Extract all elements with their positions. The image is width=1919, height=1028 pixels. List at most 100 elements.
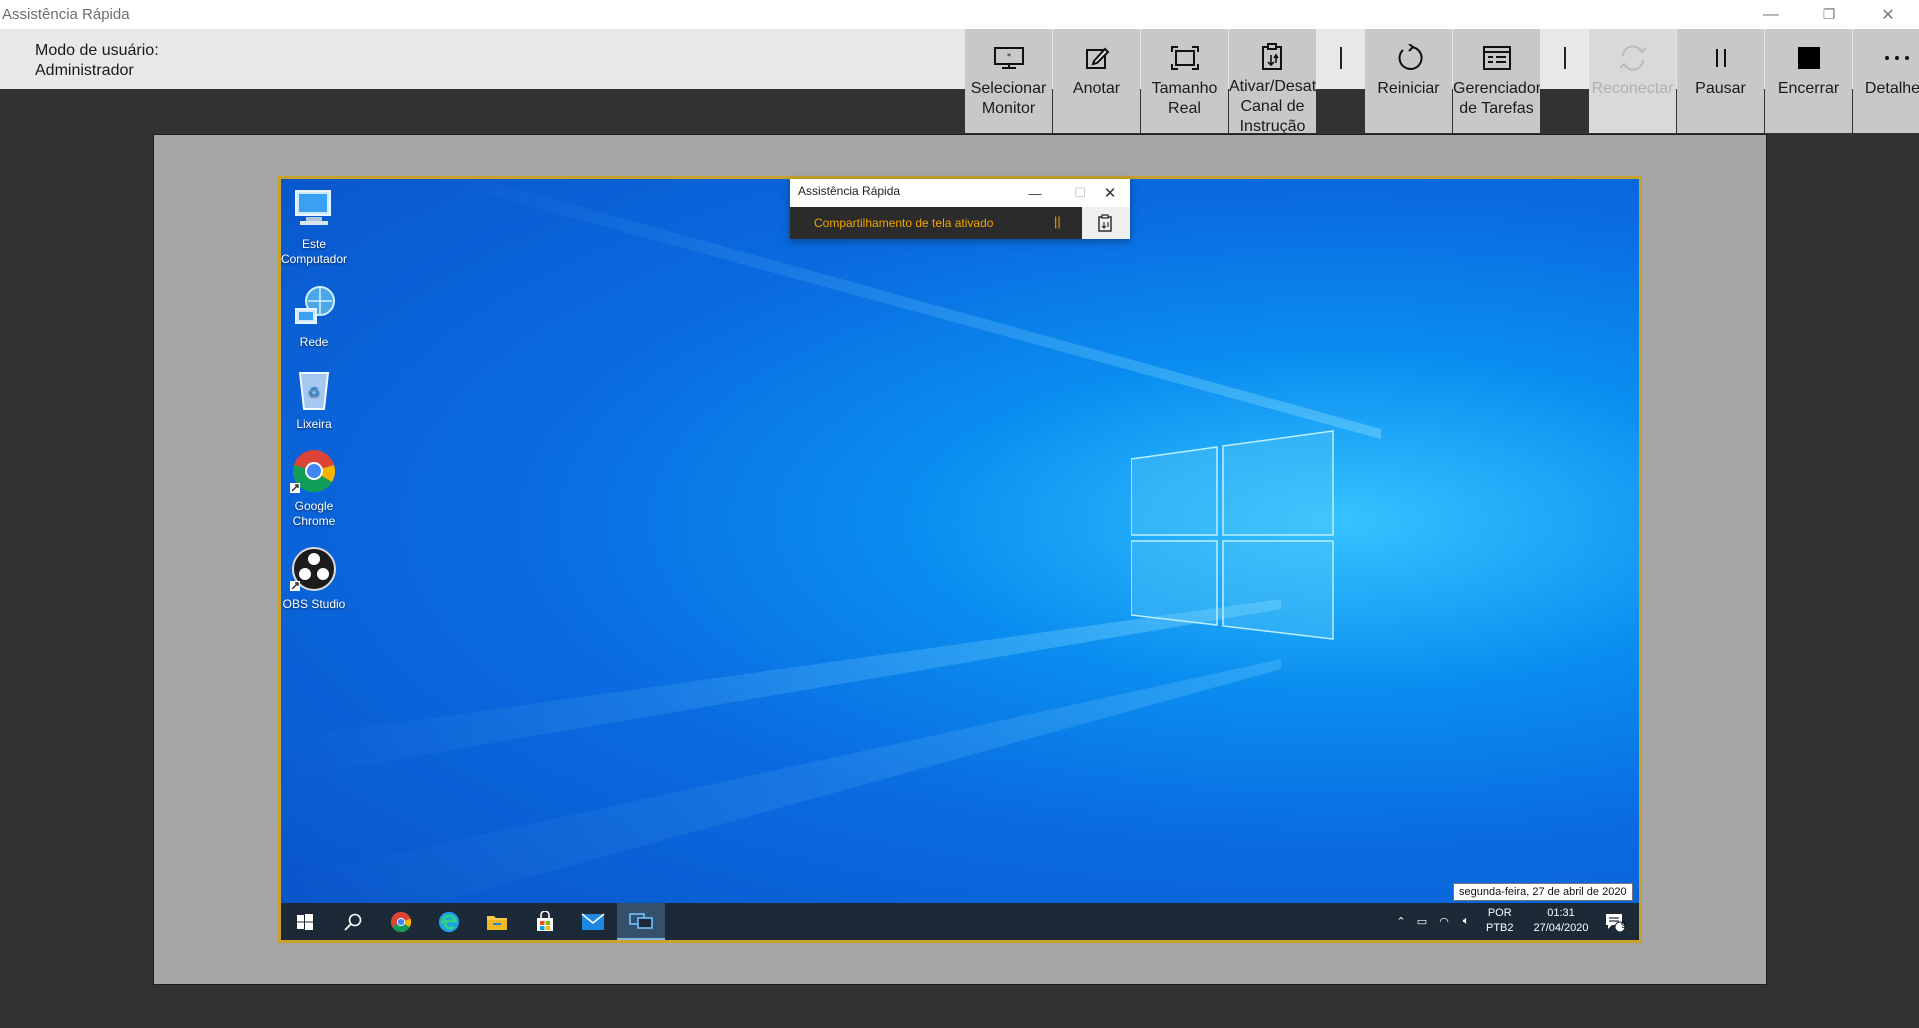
system-tray: ⌃ ▭ ◠ 🔈︎ bbox=[1391, 903, 1477, 940]
details-button[interactable]: Detalhes bbox=[1853, 29, 1919, 133]
reconnect-icon bbox=[1618, 43, 1648, 73]
obs-label: OBS Studio bbox=[282, 597, 346, 611]
select-monitor-label: Selecionar Monitor bbox=[970, 80, 1047, 117]
mini-minimize-button[interactable]: — bbox=[1015, 179, 1055, 207]
network-label: Rede bbox=[299, 335, 329, 349]
action-center-button[interactable]: 9 bbox=[1591, 903, 1639, 940]
taskbar-file-explorer[interactable] bbox=[473, 903, 521, 940]
clipboard-icon bbox=[1098, 214, 1112, 232]
stop-icon bbox=[1797, 43, 1821, 73]
task-manager-icon bbox=[1482, 43, 1511, 73]
taskbar-mail[interactable] bbox=[569, 903, 617, 940]
recycle-bin-label: Lixeira bbox=[296, 417, 332, 431]
chrome-label: Google Chrome bbox=[292, 499, 336, 528]
desktop-icon-this-pc[interactable]: Este Computador bbox=[280, 185, 349, 267]
details-label: Detalhes bbox=[1864, 80, 1919, 97]
annotate-button[interactable]: Anotar bbox=[1053, 29, 1140, 133]
language-code: POR bbox=[1487, 907, 1512, 919]
windows-start-icon bbox=[297, 913, 313, 930]
reconnect-button[interactable]: Reconectar bbox=[1589, 29, 1676, 133]
select-monitor-button[interactable]: * Selecionar Monitor bbox=[965, 29, 1052, 133]
restart-button[interactable]: Reiniciar bbox=[1365, 29, 1452, 133]
mini-close-button[interactable]: ✕ bbox=[1090, 179, 1130, 207]
pause-icon bbox=[1713, 43, 1729, 73]
store-icon bbox=[537, 910, 553, 931]
edge-icon bbox=[438, 911, 460, 932]
wifi-icon[interactable]: ◠ bbox=[1433, 915, 1455, 928]
this-pc-label: Este Computador bbox=[280, 237, 348, 266]
keyboard-layout: PTB2 bbox=[1486, 922, 1514, 934]
pen-icon bbox=[1084, 43, 1110, 73]
sharing-status-text: Compartilhamento de tela ativado bbox=[814, 216, 994, 230]
reconnect-label: Reconectar bbox=[1591, 80, 1674, 97]
input-language[interactable]: POR PTB2 bbox=[1486, 906, 1514, 936]
user-mode-label: Modo de usuário: bbox=[35, 42, 159, 59]
task-manager-label: Gerenciador de Tarefas bbox=[1453, 80, 1540, 117]
toolbar-separator bbox=[1541, 29, 1589, 89]
taskbar-chrome[interactable] bbox=[377, 903, 425, 940]
start-button[interactable] bbox=[281, 903, 329, 940]
clipboard-icon bbox=[1261, 43, 1285, 71]
end-session-button[interactable]: Encerrar bbox=[1765, 29, 1852, 133]
task-manager-button[interactable]: Gerenciador de Tarefas bbox=[1453, 29, 1540, 133]
desktop-icon-obs[interactable]: OBS Studio bbox=[281, 545, 349, 612]
remote-desktop[interactable]: Este Computador Rede ♻ Lixeira Google Ch… bbox=[278, 176, 1642, 943]
computer-icon bbox=[290, 185, 338, 233]
taskbar-store[interactable] bbox=[521, 903, 569, 940]
recycle-bin-icon: ♻ bbox=[290, 365, 338, 413]
user-mode-value: Administrador bbox=[35, 62, 134, 79]
taskbar-search-button[interactable] bbox=[329, 903, 377, 940]
chrome-icon bbox=[390, 911, 412, 932]
restart-label: Reiniciar bbox=[1377, 80, 1440, 97]
windows-wallpaper-logo bbox=[1131, 430, 1334, 640]
window-title: Assistência Rápida bbox=[2, 6, 130, 23]
battery-icon[interactable]: ▭ bbox=[1411, 915, 1433, 928]
network-icon bbox=[290, 283, 338, 331]
file-explorer-icon bbox=[487, 915, 507, 930]
sharing-status-bar: Compartilhamento de tela ativado || bbox=[790, 207, 1082, 239]
desktop-icon-chrome[interactable]: Google Chrome bbox=[281, 447, 349, 529]
chrome-icon bbox=[290, 447, 338, 495]
clock-date: 27/04/2020 bbox=[1533, 922, 1589, 934]
restart-icon bbox=[1395, 43, 1423, 73]
user-mode: Modo de usuário: Administrador bbox=[35, 41, 159, 81]
taskbar-quick-assist[interactable] bbox=[617, 903, 665, 940]
notification-count: 9 bbox=[1621, 920, 1627, 930]
monitor-icon: * bbox=[993, 43, 1025, 73]
search-icon bbox=[344, 913, 362, 931]
instruction-channel-button[interactable]: Ativar/Desat Canal de Instrução bbox=[1229, 29, 1316, 133]
actual-size-icon bbox=[1170, 43, 1199, 73]
quick-assist-mini-title: Assistência Rápida bbox=[798, 184, 901, 198]
pause-label: Pausar bbox=[1695, 80, 1746, 97]
toolbar-separator bbox=[1317, 29, 1365, 89]
desktop-icon-network[interactable]: Rede bbox=[281, 283, 349, 350]
chevron-up-icon[interactable]: ⌃ bbox=[1391, 915, 1411, 928]
remote-taskbar: ⌃ ▭ ◠ 🔈︎ POR PTB2 01:31 27/04/2020 9 bbox=[281, 903, 1639, 940]
wallpaper-beams bbox=[281, 179, 1381, 940]
quick-assist-mini-window: Assistência Rápida — ☐ ✕ Compartilhament… bbox=[790, 179, 1130, 239]
end-session-label: Encerrar bbox=[1777, 80, 1840, 97]
mini-pause-button[interactable]: || bbox=[1054, 214, 1061, 229]
clock-time: 01:31 bbox=[1547, 907, 1575, 919]
mini-clipboard-button[interactable] bbox=[1082, 207, 1130, 239]
quick-assist-icon bbox=[629, 912, 653, 929]
svg-text:*: * bbox=[1007, 52, 1011, 61]
close-button[interactable]: ✕ bbox=[1859, 0, 1917, 29]
svg-text:♻: ♻ bbox=[308, 385, 321, 401]
obs-icon bbox=[290, 545, 338, 593]
actual-size-button[interactable]: Tamanho Real bbox=[1141, 29, 1228, 133]
restore-button[interactable]: ❐ bbox=[1800, 0, 1858, 29]
pause-button[interactable]: Pausar bbox=[1677, 29, 1764, 133]
desktop-icon-recycle-bin[interactable]: ♻ Lixeira bbox=[281, 365, 349, 432]
actual-size-label: Tamanho Real bbox=[1151, 80, 1218, 117]
minimize-button[interactable]: — bbox=[1742, 0, 1800, 29]
taskbar-edge[interactable] bbox=[425, 903, 473, 940]
annotate-label: Anotar bbox=[1072, 80, 1121, 97]
more-icon bbox=[1884, 43, 1910, 73]
title-bar: Assistência Rápida — ❐ ✕ bbox=[0, 0, 1919, 29]
date-tooltip: segunda-feira, 27 de abril de 2020 bbox=[1453, 883, 1633, 901]
mail-icon bbox=[581, 912, 605, 930]
instruction-channel-label: Ativar/Desat Canal de Instrução bbox=[1229, 78, 1316, 133]
volume-icon[interactable]: 🔈︎ bbox=[1455, 915, 1477, 928]
taskbar-clock[interactable]: 01:31 27/04/2020 bbox=[1526, 906, 1596, 936]
